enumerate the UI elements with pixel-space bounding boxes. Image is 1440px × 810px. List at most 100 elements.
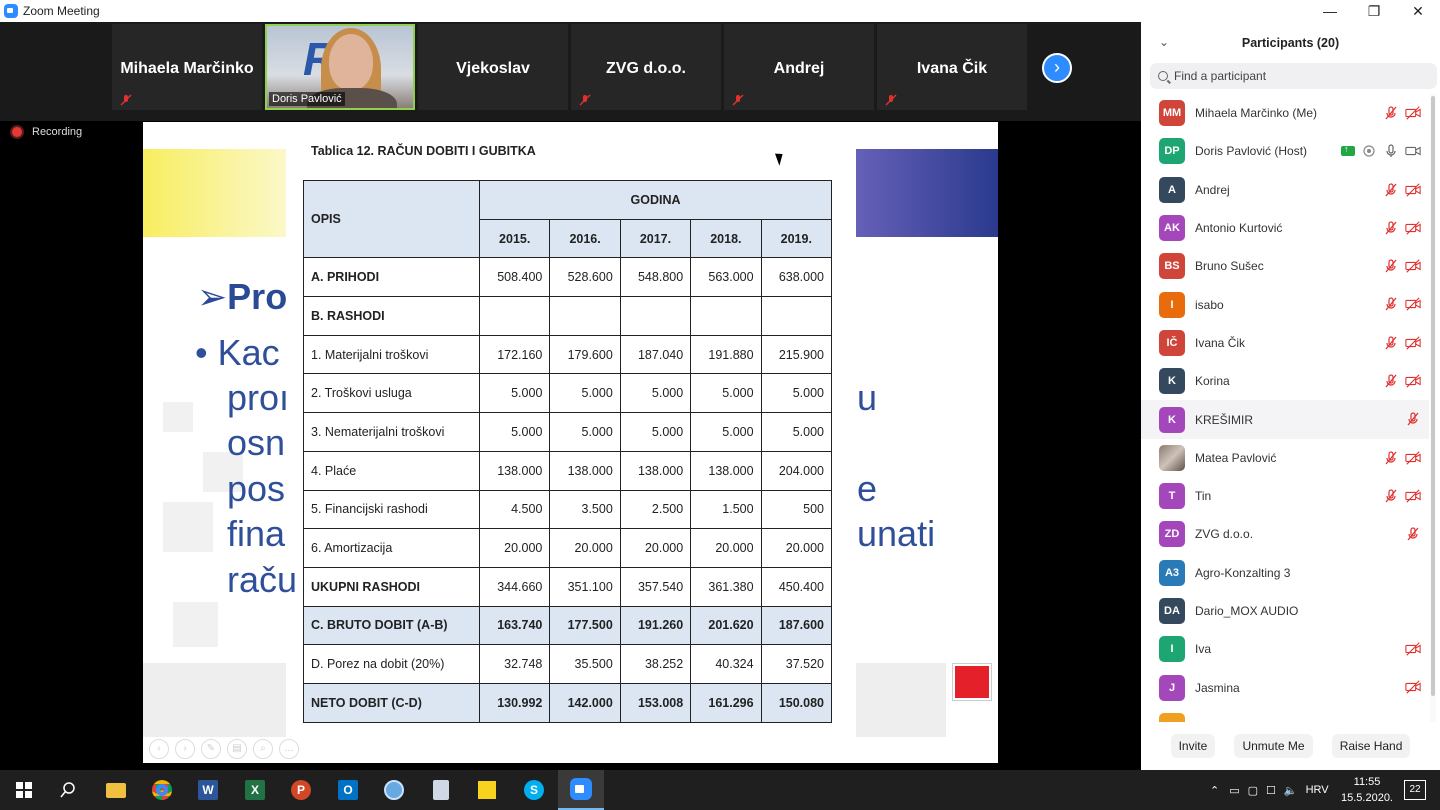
powerpoint-icon[interactable]: P — [287, 776, 315, 804]
participant-row[interactable]: IČ Ivana Čik — [1141, 324, 1429, 362]
network-icon[interactable]: ▢ — [1248, 784, 1258, 797]
slide-footer-right — [856, 663, 946, 737]
next-slide-icon[interactable]: › — [175, 739, 195, 759]
mic-muted-icon[interactable] — [1383, 373, 1399, 389]
show-hidden-icons[interactable]: ⌃ — [1210, 784, 1219, 797]
raise-hand-button[interactable]: Raise Hand — [1331, 734, 1411, 758]
zoom-icon[interactable]: ⌕ — [253, 739, 273, 759]
video-off-icon[interactable] — [1405, 488, 1421, 504]
unmute-me-button[interactable]: Unmute Me — [1234, 734, 1313, 758]
scrollbar-thumb[interactable] — [1431, 96, 1435, 696]
mic-muted-icon[interactable] — [1383, 296, 1399, 312]
restore-button[interactable]: ❐ — [1352, 0, 1396, 22]
mic-muted-icon[interactable] — [1405, 526, 1421, 542]
video-tile[interactable]: Vjekoslav — [418, 24, 568, 110]
mic-muted-icon[interactable] — [1383, 182, 1399, 198]
participant-row[interactable]: DA Dario_MOX AUDIO — [1141, 592, 1429, 630]
participant-row[interactable]: A Andrej — [1141, 171, 1429, 209]
start-windows-icon[interactable] — [10, 776, 38, 804]
participant-row[interactable]: BS Bruno Sušec — [1141, 247, 1429, 285]
participant-row[interactable]: J Jasmina — [1141, 668, 1429, 706]
income-statement-table: OPIS GODINA 2015. 2016. 2017. 2018. 2019. A.… — [303, 179, 833, 723]
participant-name: Ivana Čik — [1195, 335, 1246, 350]
participant-row[interactable]: AK Antonio Kurtović — [1141, 209, 1429, 247]
gallery-next-button[interactable]: › — [1042, 53, 1072, 83]
participant-list-scrollbar[interactable] — [1430, 94, 1436, 722]
more-icon[interactable]: … — [279, 739, 299, 759]
prev-slide-icon[interactable]: ‹ — [149, 739, 169, 759]
avatar: I — [1159, 636, 1185, 663]
video-tile[interactable]: Ivana Čik — [877, 24, 1027, 110]
video-off-icon[interactable] — [1405, 679, 1421, 695]
search-icon[interactable] — [54, 776, 82, 804]
participant-row[interactable] — [1141, 707, 1429, 722]
participant-row[interactable]: DP Doris Pavlović (Host) — [1141, 132, 1429, 170]
mic-muted-icon[interactable] — [1383, 220, 1399, 236]
participant-search[interactable] — [1150, 63, 1437, 89]
mic-muted-icon — [885, 94, 897, 106]
battery-icon[interactable]: ▭ — [1229, 784, 1239, 797]
mic-muted-icon[interactable] — [1383, 258, 1399, 274]
globe-app-icon[interactable] — [380, 776, 408, 804]
skype-icon[interactable]: S — [520, 776, 548, 804]
notepad-icon[interactable] — [427, 776, 455, 804]
video-off-icon[interactable] — [1405, 335, 1421, 351]
pen-icon[interactable]: ✎ — [201, 739, 221, 759]
video-tile[interactable]: Mihaela Marčinko — [112, 24, 262, 110]
participant-row[interactable]: A3 Agro-Konzalting 3 — [1141, 554, 1429, 592]
participant-row[interactable]: K Korina — [1141, 362, 1429, 400]
video-off-icon[interactable] — [1405, 220, 1421, 236]
zoom-taskbar-icon[interactable] — [558, 770, 604, 810]
outlook-icon[interactable]: O — [334, 776, 362, 804]
word-icon[interactable]: W — [194, 776, 222, 804]
input-language[interactable]: HRV — [1306, 784, 1329, 796]
participant-row[interactable]: I Iva — [1141, 630, 1429, 668]
mic-muted-icon[interactable] — [1383, 450, 1399, 466]
excel-icon[interactable]: X — [241, 776, 269, 804]
slide-line-fragment: e — [857, 468, 878, 509]
video-tile[interactable]: Andrej — [724, 24, 874, 110]
year-header: 2015. — [478, 218, 551, 259]
invite-button[interactable]: Invite — [1170, 734, 1216, 758]
video-off-icon[interactable] — [1405, 296, 1421, 312]
video-tile-active-speaker[interactable]: Ra Doris Pavlović — [265, 24, 415, 110]
close-button[interactable]: ✕ — [1396, 0, 1440, 22]
notification-center-icon[interactable]: ☐ — [1266, 784, 1276, 797]
sticky-notes-icon[interactable] — [473, 776, 501, 804]
table-row: A. PRIHODI 508.400 528.600 548.800 563.000 63… — [303, 257, 833, 298]
participant-row[interactable]: ZD ZVG d.o.o. — [1141, 515, 1429, 553]
search-input[interactable] — [1174, 69, 1414, 83]
mic-muted-icon[interactable] — [1383, 105, 1399, 121]
chrome-icon[interactable] — [148, 776, 176, 804]
mic-muted-icon[interactable] — [1405, 411, 1421, 427]
taskbar-clock[interactable]: 11:55 15.5.2020. — [1335, 774, 1399, 806]
video-icon[interactable] — [1405, 143, 1421, 159]
video-off-icon[interactable] — [1405, 373, 1421, 389]
participant-row[interactable]: Iisabo — [1141, 285, 1429, 323]
file-explorer-icon[interactable] — [102, 776, 130, 804]
action-center-icon[interactable]: 22 — [1404, 780, 1426, 800]
tile-name: Doris Pavlović — [269, 92, 345, 106]
video-off-icon[interactable] — [1405, 641, 1421, 657]
row-label: D. Porez na dobit (20%) — [303, 644, 480, 684]
participant-row[interactable]: K KREŠIMIR — [1141, 400, 1429, 439]
mic-icon[interactable] — [1383, 143, 1399, 159]
avatar: ZD — [1159, 521, 1185, 548]
mic-muted-icon[interactable] — [1383, 335, 1399, 351]
video-off-icon[interactable] — [1405, 105, 1421, 121]
mic-muted-icon[interactable] — [1383, 488, 1399, 504]
participant-row[interactable]: MM Mihaela Marčinko (Me) — [1141, 94, 1429, 132]
video-off-icon[interactable] — [1405, 182, 1421, 198]
slide-footer-left — [143, 663, 286, 737]
minimize-button[interactable]: — — [1308, 0, 1352, 22]
volume-icon[interactable]: 🔈 — [1284, 784, 1298, 797]
row-label: 6. Amortizacija — [303, 528, 480, 568]
video-off-icon[interactable] — [1405, 450, 1421, 466]
participant-row[interactable]: Matea Pavlović — [1141, 439, 1429, 477]
table-cell: 361.380 — [690, 566, 762, 607]
video-tile[interactable]: ZVG d.o.o. — [571, 24, 721, 110]
slides-icon[interactable]: ▤ — [227, 739, 247, 759]
table-row: 2. Troškovi usluga 5.000 5.000 5.000 5.000 5.… — [303, 373, 833, 414]
video-off-icon[interactable] — [1405, 258, 1421, 274]
participant-row[interactable]: T Tin — [1141, 477, 1429, 515]
